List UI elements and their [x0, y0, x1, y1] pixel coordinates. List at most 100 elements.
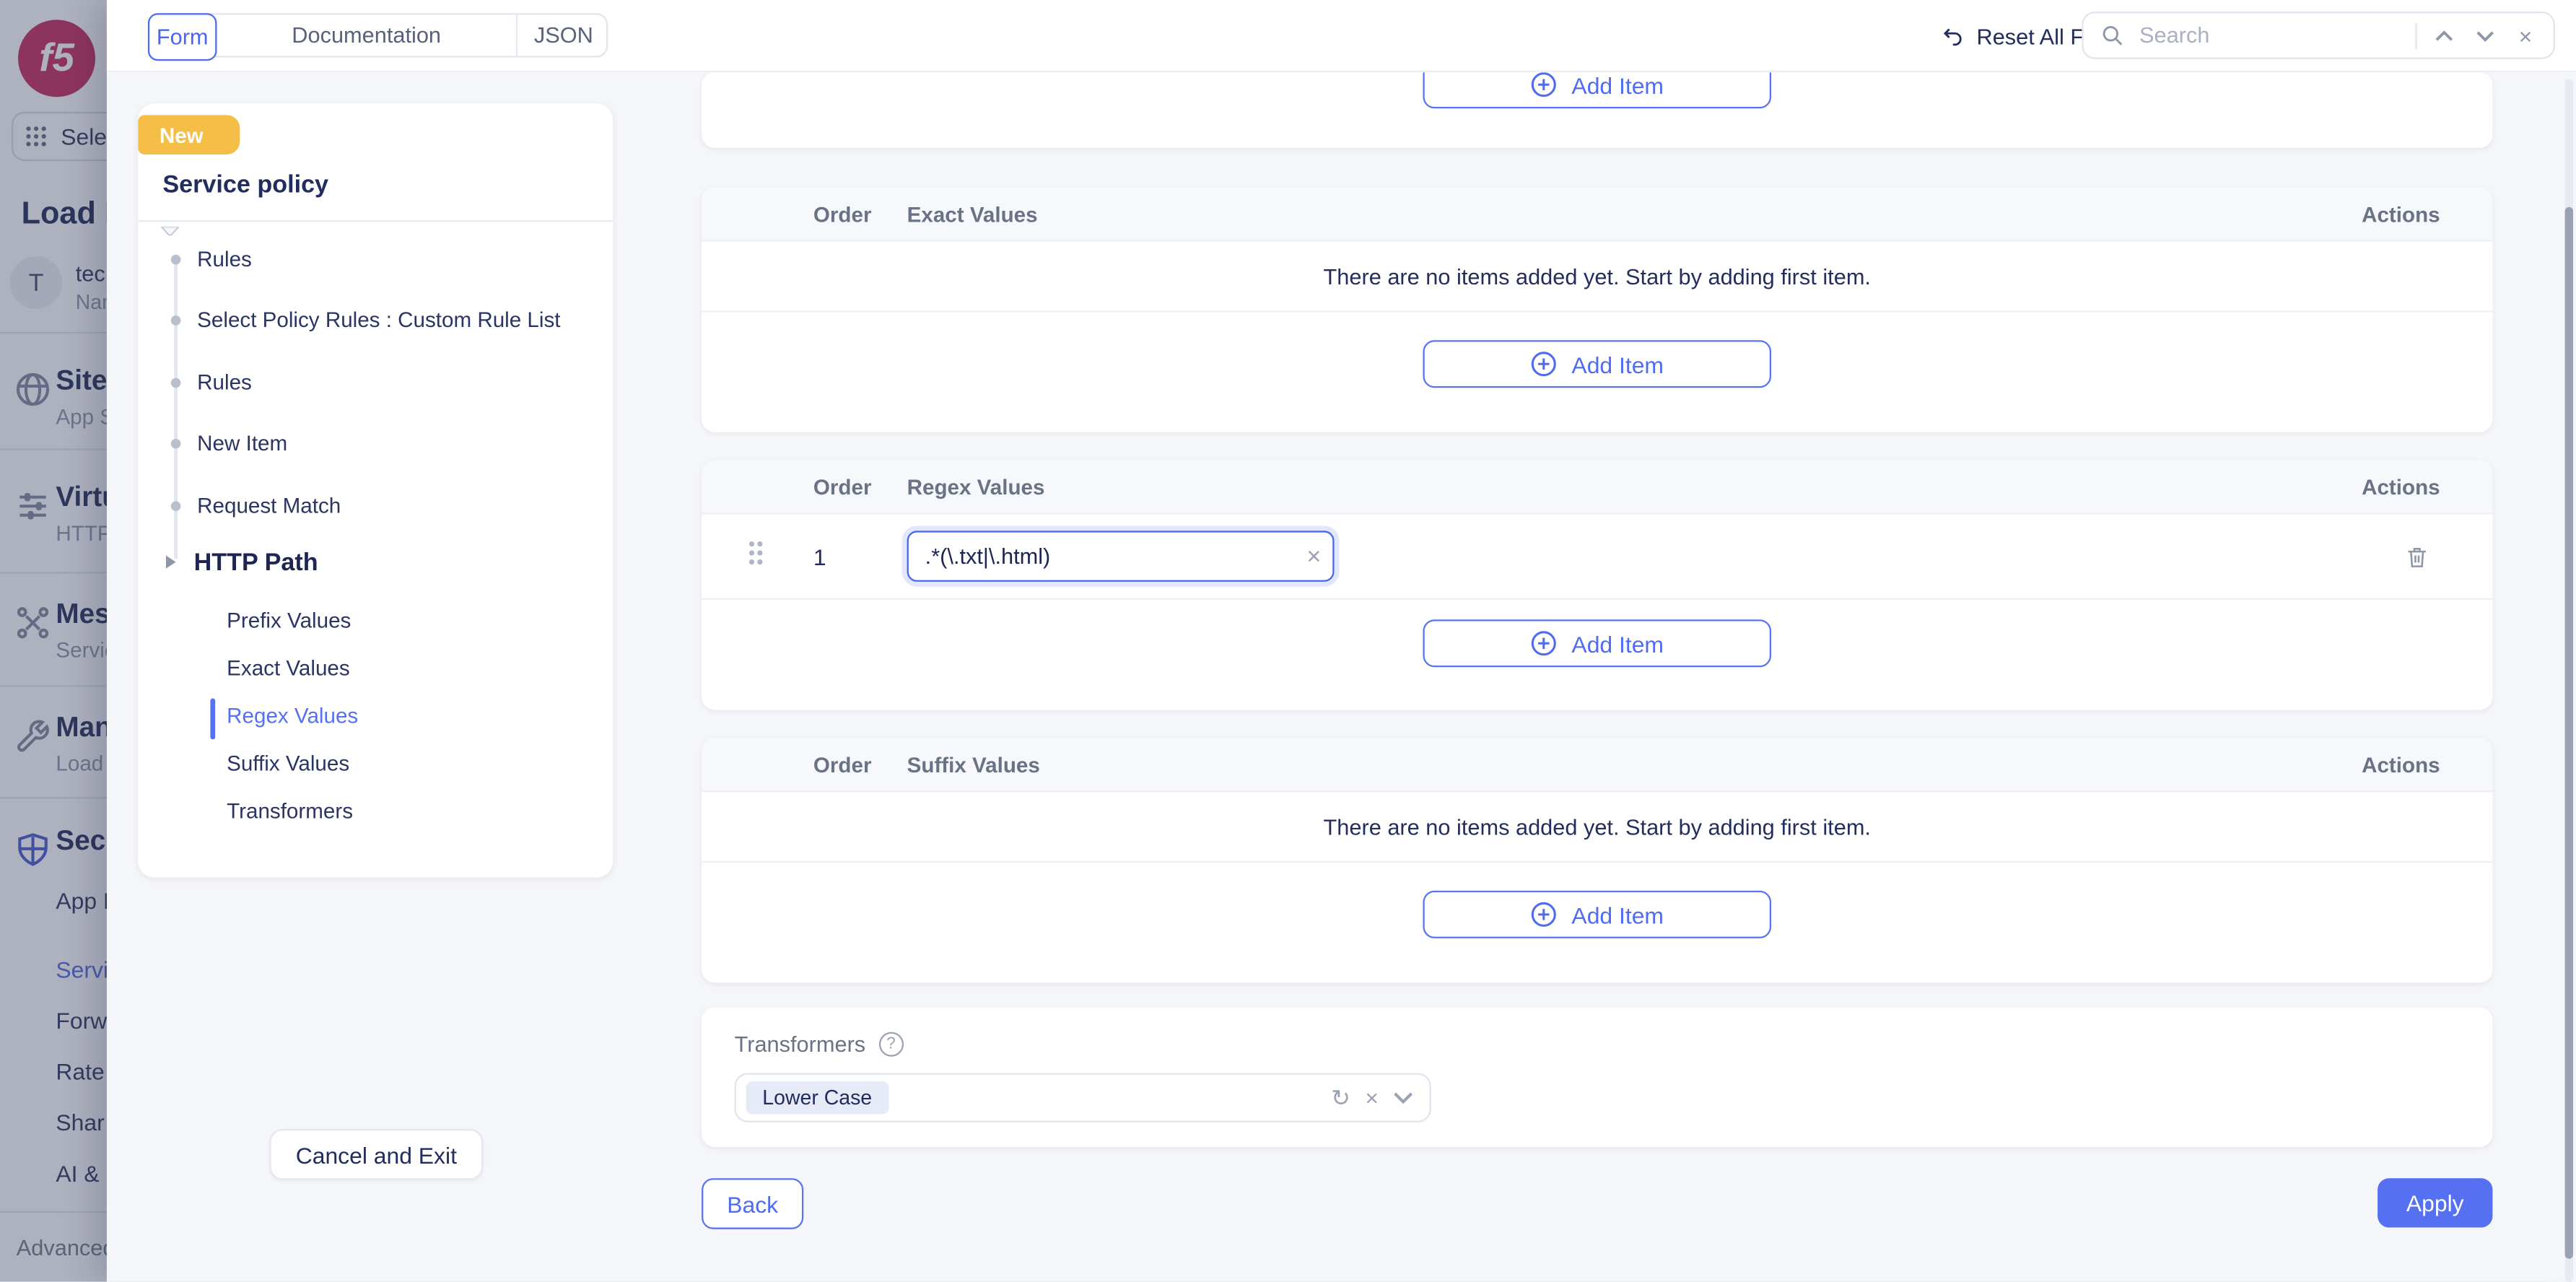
add-item-label: Add Item: [1571, 72, 1664, 97]
collapse-notch-icon[interactable]: [161, 217, 179, 246]
table-row: 1 ×: [702, 515, 2492, 600]
nav-item-label: Rules: [197, 246, 252, 271]
regex-input-wrap: ×: [907, 531, 1335, 582]
add-item-button-regex[interactable]: Add Item: [1423, 619, 1771, 667]
delete-row-button[interactable]: [2404, 543, 2430, 569]
order-column-header: Order: [813, 751, 907, 776]
nav-item-label: Rules: [197, 370, 252, 394]
prefix-values-card-partial: Add Item: [702, 72, 2492, 148]
actions-column-header: Actions: [2362, 751, 2440, 776]
empty-state-text: There are no items added yet. Start by a…: [702, 792, 2492, 863]
form-footer: Back Apply: [702, 1178, 2492, 1229]
clear-input-icon[interactable]: ×: [1306, 544, 1321, 569]
nav-item-new-item[interactable]: New Item: [197, 430, 287, 455]
search-divider: [2415, 22, 2416, 48]
chevron-down-icon[interactable]: [1393, 1091, 1413, 1104]
view-tabs: Form Documentation JSON: [148, 13, 608, 57]
add-item-label: Add Item: [1571, 630, 1664, 656]
product-sidebar: f5 Sele Load Ba T tec Nam Sites App S Vi…: [0, 0, 107, 1282]
nav-item-label: Select Policy Rules : Custom Rule List: [197, 308, 560, 332]
search-next-button[interactable]: [2470, 20, 2499, 50]
help-icon[interactable]: ?: [878, 1032, 903, 1057]
actions-column-header: Actions: [2362, 474, 2440, 499]
expanded-arrow-icon: [166, 555, 176, 568]
nav-item-label: New Item: [197, 430, 287, 455]
search-icon: [2100, 23, 2124, 48]
order-column-header: Order: [813, 474, 907, 499]
drawer-header: Form Documentation JSON Reset All Fields…: [107, 0, 2576, 72]
select-controls: ↻ ×: [1331, 1086, 1413, 1109]
add-item-row: Add Item: [702, 313, 2492, 432]
exact-values-table: Order Exact Values Actions There are no …: [702, 188, 2492, 432]
suffix-values-table: Order Suffix Values Actions There are no…: [702, 738, 2492, 982]
order-column-header: Order: [813, 201, 907, 226]
tab-documentation[interactable]: Documentation: [217, 14, 515, 56]
regex-values-table: Order Regex Values Actions 1 ×: [702, 460, 2492, 710]
nav-child-transformers[interactable]: Transformers: [227, 798, 353, 823]
transformers-select[interactable]: Lower Case ↻ ×: [735, 1073, 1431, 1122]
tree-rail: [174, 256, 176, 559]
new-badge: New: [138, 115, 240, 154]
transformers-card: Transformers ? Lower Case ↻ ×: [702, 1007, 2492, 1147]
empty-state-text: There are no items added yet. Start by a…: [702, 242, 2492, 313]
tree-dot: [171, 378, 181, 388]
form-nav-card: New Service policy Rules Select Policy R…: [138, 103, 613, 877]
nav-child-suffix-values[interactable]: Suffix Values: [227, 751, 349, 775]
selected-tag[interactable]: Lower Case: [746, 1081, 888, 1115]
nav-child-regex-values[interactable]: Regex Values: [227, 703, 358, 728]
drawer-content: New Service policy Rules Select Policy R…: [107, 72, 2576, 1282]
service-policy-drawer: Form Documentation JSON Reset All Fields…: [107, 0, 2576, 1282]
plus-circle-icon: [1531, 350, 1559, 378]
tree-dot: [171, 255, 181, 265]
nav-item-label: Request Match: [197, 493, 341, 518]
actions-column-header: Actions: [2362, 201, 2440, 226]
search-close-button[interactable]: ×: [2510, 20, 2540, 50]
modal-dim-overlay: [0, 0, 107, 1282]
transformers-label-text: Transformers: [735, 1032, 866, 1057]
table-header: Order Exact Values Actions: [702, 188, 2492, 242]
form-title: Service policy: [162, 171, 328, 199]
search-prev-button[interactable]: [2429, 20, 2458, 50]
app-root: f5 Sele Load Ba T tec Nam Sites App S Vi…: [0, 0, 2576, 1282]
add-item-button-prefix[interactable]: Add Item: [1423, 72, 1771, 108]
table-header: Order Suffix Values Actions: [702, 738, 2492, 792]
cancel-and-exit-button[interactable]: Cancel and Exit: [269, 1129, 483, 1180]
nav-item-http-path[interactable]: HTTP Path: [194, 549, 318, 577]
add-item-label: Add Item: [1571, 351, 1664, 377]
apply-button[interactable]: Apply: [2378, 1178, 2492, 1227]
nav-child-prefix-values[interactable]: Prefix Values: [227, 608, 351, 632]
plus-circle-icon: [1531, 629, 1559, 658]
scrollbar-thumb[interactable]: [2565, 207, 2573, 1259]
transformers-field-label: Transformers ?: [735, 1032, 2460, 1057]
back-button[interactable]: Back: [702, 1178, 803, 1229]
drag-handle[interactable]: [748, 539, 764, 574]
nav-item-select-policy-rules[interactable]: Select Policy Rules : Custom Rule List: [197, 308, 560, 332]
clear-selection-icon[interactable]: ×: [1365, 1086, 1379, 1109]
plus-circle-icon: [1531, 72, 1559, 98]
nav-item-rules-2[interactable]: Rules: [197, 370, 252, 394]
close-icon: ×: [2519, 22, 2533, 48]
main-form-column: Add Item Order Exact Values Actions Ther…: [702, 72, 2492, 1229]
nav-child-exact-values[interactable]: Exact Values: [227, 655, 350, 680]
nav-divider: [138, 220, 613, 222]
add-item-button-suffix[interactable]: Add Item: [1423, 891, 1771, 938]
trash-icon: [2404, 543, 2430, 569]
refresh-icon[interactable]: ↻: [1331, 1086, 1350, 1109]
add-item-button-exact[interactable]: Add Item: [1423, 340, 1771, 388]
add-item-row: Add Item: [702, 600, 2492, 710]
add-item-row: Add Item: [702, 863, 2492, 982]
search-box: ×: [2082, 12, 2555, 59]
tab-json[interactable]: JSON: [516, 14, 610, 56]
tree-dot: [171, 439, 181, 449]
tab-form[interactable]: Form: [148, 13, 217, 61]
add-item-label: Add Item: [1571, 902, 1664, 928]
row-order-number: 1: [813, 543, 907, 569]
nav-item-request-match[interactable]: Request Match: [197, 493, 341, 518]
regex-value-input[interactable]: [907, 531, 1335, 582]
nav-item-rules-1[interactable]: Rules: [197, 246, 252, 271]
chevron-down-icon: [2476, 29, 2494, 42]
tree-dot: [171, 501, 181, 511]
plus-circle-icon: [1531, 901, 1559, 929]
chevron-up-icon: [2435, 29, 2453, 42]
search-input[interactable]: [2136, 22, 2403, 50]
